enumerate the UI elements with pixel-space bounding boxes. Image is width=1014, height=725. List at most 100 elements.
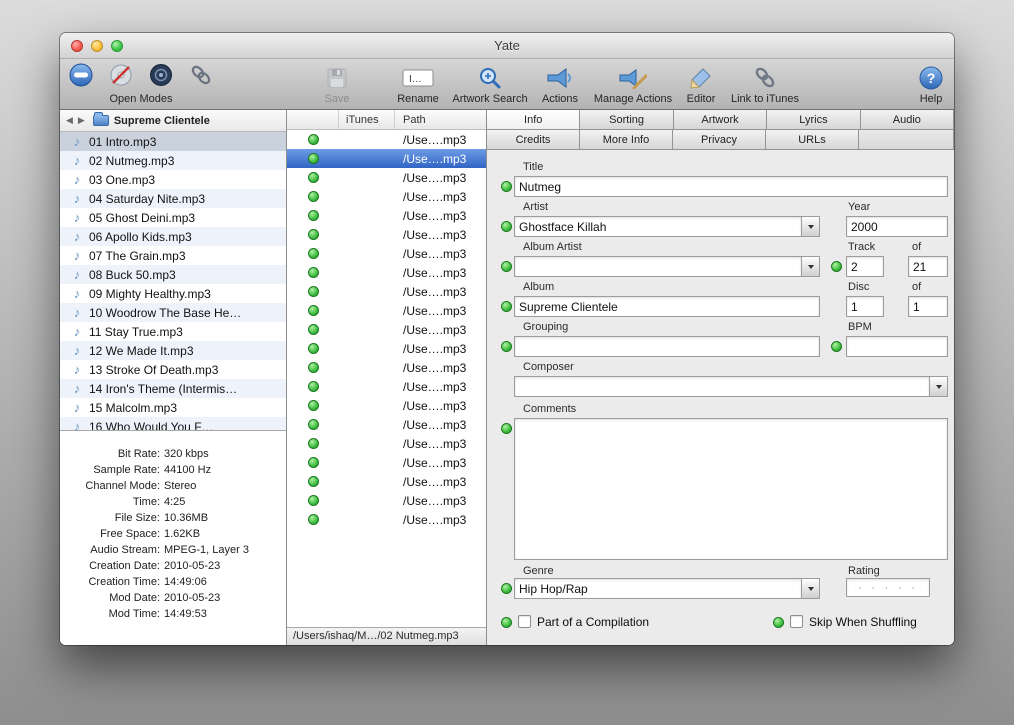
table-row[interactable]: /Use….mp3 <box>287 244 486 263</box>
file-list-item[interactable]: ♪ 05 Ghost Deini.mp3 <box>60 208 286 227</box>
itunes-column-header[interactable]: iTunes <box>339 110 395 129</box>
file-list-item[interactable]: ♪ 04 Saturday Nite.mp3 <box>60 189 286 208</box>
file-list-item[interactable]: ♪ 10 Woodrow The Base He… <box>60 303 286 322</box>
comments-input[interactable] <box>514 418 948 560</box>
file-list-item[interactable]: ♪ 13 Stroke Of Death.mp3 <box>60 360 286 379</box>
table-row[interactable]: /Use….mp3 <box>287 415 486 434</box>
year-input[interactable] <box>846 216 948 237</box>
file-list-item[interactable]: ♪ 14 Iron's Theme (Intermis… <box>60 379 286 398</box>
save-label: Save <box>312 93 362 105</box>
manage-actions-button[interactable]: Manage Actions <box>583 63 683 105</box>
file-list-item[interactable]: ♪ 07 The Grain.mp3 <box>60 246 286 265</box>
table-row[interactable]: /Use….mp3 <box>287 472 486 491</box>
open-disc-mode-button[interactable] <box>108 62 134 93</box>
status-cell <box>287 438 339 449</box>
album-artist-input[interactable] <box>514 256 802 277</box>
table-row[interactable]: /Use….mp3 <box>287 510 486 529</box>
audio-file-icon: ♪ <box>70 324 84 339</box>
minimize-button[interactable] <box>91 40 103 52</box>
file-list-item[interactable]: ♪ 11 Stay True.mp3 <box>60 322 286 341</box>
title-input[interactable] <box>514 176 948 197</box>
status-ok-icon <box>308 210 319 221</box>
composer-dropdown-button[interactable] <box>930 376 948 397</box>
back-arrow-button[interactable]: ◀ <box>66 115 73 126</box>
table-row[interactable]: /Use….mp3 <box>287 358 486 377</box>
status-ok-icon <box>308 381 319 392</box>
status-cell <box>287 229 339 240</box>
artist-dropdown-button[interactable] <box>802 216 820 237</box>
file-list-item[interactable]: ♪ 12 We Made It.mp3 <box>60 341 286 360</box>
compilation-checkbox[interactable] <box>518 615 531 628</box>
table-row[interactable]: /Use….mp3 <box>287 225 486 244</box>
table-row[interactable]: /Use….mp3 <box>287 187 486 206</box>
open-minimal-mode-button[interactable] <box>68 62 94 93</box>
disc-input[interactable] <box>846 296 884 317</box>
bpm-input[interactable] <box>846 336 948 357</box>
file-name: 11 Stay True.mp3 <box>89 325 183 339</box>
table-row[interactable]: /Use….mp3 <box>287 491 486 510</box>
zoom-button[interactable] <box>111 40 123 52</box>
save-button[interactable]: Save <box>312 63 362 105</box>
path-column-header[interactable]: Path <box>395 110 486 129</box>
table-row[interactable]: /Use….mp3 <box>287 149 486 168</box>
track-of-input[interactable] <box>908 256 948 277</box>
editor-label: Editor <box>676 93 726 105</box>
file-list-item[interactable]: ♪ 15 Malcolm.mp3 <box>60 398 286 417</box>
file-list-item[interactable]: ♪ 02 Nutmeg.mp3 <box>60 151 286 170</box>
rating-control[interactable]: · · · · · <box>846 578 930 597</box>
editor-button[interactable]: Editor <box>676 63 726 105</box>
status-ok-icon <box>308 514 319 525</box>
path-cell: /Use….mp3 <box>395 304 486 318</box>
forward-arrow-button[interactable]: ▶ <box>78 115 85 126</box>
minus-circle-icon <box>68 62 94 93</box>
file-list-item[interactable]: ♪ 01 Intro.mp3 <box>60 132 286 151</box>
toolbar: Open Modes Save I… Rename Artwork Search… <box>60 59 954 110</box>
file-list-item[interactable]: ♪ 08 Buck 50.mp3 <box>60 265 286 284</box>
open-record-mode-button[interactable] <box>148 62 174 93</box>
album-input[interactable] <box>514 296 820 317</box>
table-row[interactable]: /Use….mp3 <box>287 130 486 149</box>
file-list-item[interactable]: ♪ 16 Who Would You F… <box>60 417 286 430</box>
album-artist-status-icon <box>501 261 512 272</box>
artist-input[interactable] <box>514 216 802 237</box>
close-button[interactable] <box>71 40 83 52</box>
table-row[interactable]: /Use….mp3 <box>287 339 486 358</box>
genre-input[interactable] <box>514 578 802 599</box>
table-row[interactable]: /Use….mp3 <box>287 282 486 301</box>
table-header: iTunes Path <box>287 110 486 130</box>
file-list-item[interactable]: ♪ 06 Apollo Kids.mp3 <box>60 227 286 246</box>
track-of-label: of <box>912 241 921 253</box>
help-button[interactable]: ? Help <box>909 63 953 105</box>
path-cell: /Use….mp3 <box>395 380 486 394</box>
composer-input[interactable] <box>514 376 930 397</box>
titlebar[interactable]: Yate <box>60 33 954 59</box>
table-row[interactable]: /Use….mp3 <box>287 434 486 453</box>
status-cell <box>287 153 339 164</box>
table-row[interactable]: /Use….mp3 <box>287 320 486 339</box>
open-linked-mode-button[interactable] <box>188 62 214 93</box>
table-row[interactable]: /Use….mp3 <box>287 377 486 396</box>
table-row[interactable]: /Use….mp3 <box>287 168 486 187</box>
path-cell: /Use….mp3 <box>395 133 486 147</box>
file-list-item[interactable]: ♪ 03 One.mp3 <box>60 170 286 189</box>
file-list-item[interactable]: ♪ 09 Mighty Healthy.mp3 <box>60 284 286 303</box>
table-row[interactable]: /Use….mp3 <box>287 453 486 472</box>
table-row[interactable]: /Use….mp3 <box>287 206 486 225</box>
track-input[interactable] <box>846 256 884 277</box>
status-column-header[interactable] <box>287 110 339 129</box>
disc-of-input[interactable] <box>908 296 948 317</box>
skip-shuffling-checkbox[interactable] <box>790 615 803 628</box>
table-row[interactable]: /Use….mp3 <box>287 263 486 282</box>
grouping-status-icon <box>501 341 512 352</box>
artwork-search-button[interactable]: Artwork Search <box>442 63 538 105</box>
genre-dropdown-button[interactable] <box>802 578 820 599</box>
grouping-input[interactable] <box>514 336 820 357</box>
table-row[interactable]: /Use….mp3 <box>287 301 486 320</box>
rename-button[interactable]: I… Rename <box>388 63 448 105</box>
table-row[interactable]: /Use….mp3 <box>287 396 486 415</box>
grouping-label: Grouping <box>523 321 568 333</box>
link-to-itunes-button[interactable]: Link to iTunes <box>720 63 810 105</box>
actions-button[interactable]: Actions <box>532 63 588 105</box>
album-artist-dropdown-button[interactable] <box>802 256 820 277</box>
disc-of-label: of <box>912 281 921 293</box>
